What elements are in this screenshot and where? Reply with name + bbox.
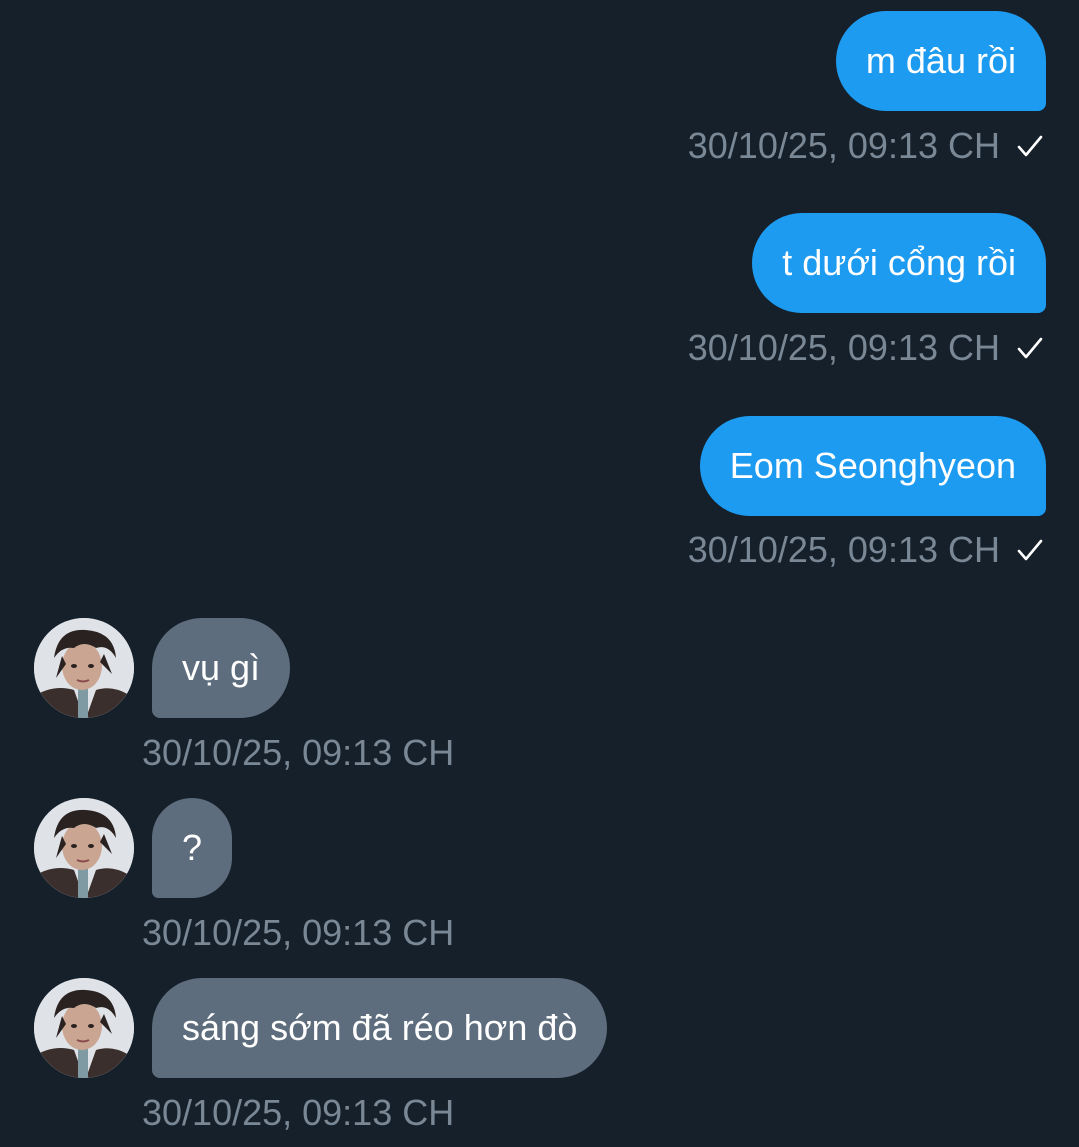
outgoing-message-bubble[interactable]: t dưới cổng rồi [752, 213, 1046, 313]
message-meta: 30/10/25, 09:13 CH [142, 731, 454, 775]
incoming-message-bubble[interactable]: ? [152, 798, 233, 898]
incoming-message-bubble[interactable]: sáng sớm đã réo hơn đò [152, 978, 608, 1078]
checkmark-icon [1017, 337, 1043, 359]
message-timestamp: 30/10/25, 09:13 CH [142, 732, 455, 773]
avatar-image [34, 798, 134, 898]
message-timestamp: 30/10/25, 09:13 CH [687, 529, 1000, 570]
message-timestamp: 30/10/25, 09:13 CH [142, 1092, 455, 1133]
checkmark-icon [1017, 135, 1043, 157]
user-avatar[interactable] [34, 798, 134, 898]
message-text: ? [182, 827, 203, 868]
checkmark-icon [1017, 539, 1043, 561]
message-timestamp: 30/10/25, 09:13 CH [687, 125, 1000, 166]
message-meta: 30/10/25, 09:13 CH [688, 528, 1044, 572]
message-meta: 30/10/25, 09:13 CH [142, 911, 454, 955]
incoming-message-bubble[interactable]: vụ gì [152, 618, 291, 718]
message-timestamp: 30/10/25, 09:13 CH [687, 327, 1000, 368]
avatar-image [34, 978, 134, 1078]
message-text: Eom Seonghyeon [729, 445, 1016, 486]
message-text: m đâu rồi [865, 40, 1016, 81]
user-avatar[interactable] [34, 618, 134, 718]
message-meta: 30/10/25, 09:13 CH [688, 124, 1044, 168]
outgoing-message-bubble[interactable]: Eom Seonghyeon [699, 416, 1046, 516]
message-timestamp: 30/10/25, 09:13 CH [142, 912, 455, 953]
chat-thread[interactable]: m đâu rồi 30/10/25, 09:13 CH t dưới cổng… [0, 0, 1079, 1147]
message-text: t dưới cổng rồi [782, 242, 1016, 283]
message-text: vụ gì [182, 647, 261, 688]
message-text: sáng sớm đã réo hơn đò [182, 1007, 578, 1048]
outgoing-message-bubble[interactable]: m đâu rồi [835, 11, 1046, 111]
user-avatar[interactable] [34, 978, 134, 1078]
message-meta: 30/10/25, 09:13 CH [142, 1091, 454, 1135]
avatar-image [34, 618, 134, 718]
message-meta: 30/10/25, 09:13 CH [688, 326, 1044, 370]
